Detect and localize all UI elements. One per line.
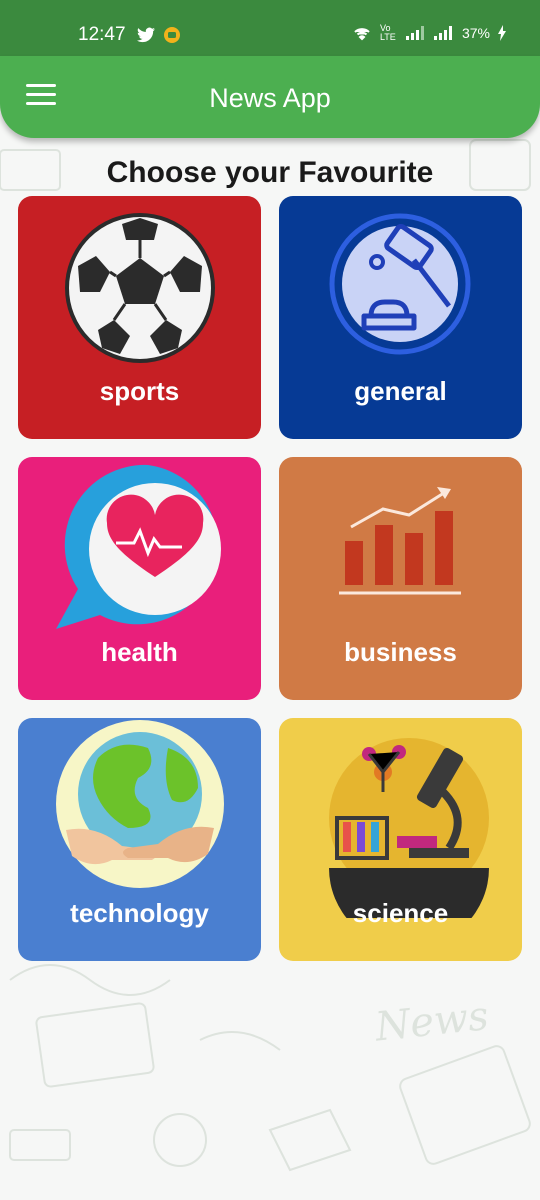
app-title: News App bbox=[209, 83, 331, 113]
gavel-icon bbox=[329, 213, 471, 355]
category-card-technology[interactable]: technology bbox=[18, 718, 261, 961]
battery-percentage: 37% bbox=[461, 25, 490, 41]
category-label-science: science bbox=[352, 898, 449, 928]
twitter-icon bbox=[137, 27, 155, 43]
page-heading: Choose your Favourite bbox=[106, 156, 434, 189]
microscope-lab-icon bbox=[329, 738, 489, 918]
category-label-business: business bbox=[344, 637, 457, 667]
soccer-ball-icon bbox=[65, 213, 215, 363]
notification-app-icon bbox=[164, 27, 180, 43]
category-label-sports: sports bbox=[99, 376, 180, 406]
wifi-icon bbox=[354, 28, 370, 41]
category-label-technology: technology bbox=[70, 898, 209, 928]
signal-icon-2 bbox=[433, 26, 452, 40]
svg-text:News: News bbox=[372, 993, 491, 1051]
category-label-health: health bbox=[101, 637, 178, 667]
status-time: 12:47 bbox=[78, 24, 126, 45]
category-card-sports[interactable]: sports bbox=[18, 196, 261, 439]
category-label-general: general bbox=[354, 376, 447, 406]
status-bar: 12:47 Vo LTE 37% bbox=[0, 0, 540, 56]
heart-chat-icon bbox=[56, 464, 221, 629]
charging-icon bbox=[498, 25, 506, 41]
bar-chart-icon bbox=[339, 487, 461, 595]
volte-label: Vo LTE bbox=[379, 23, 396, 42]
signal-icon bbox=[405, 26, 424, 40]
globe-hands-icon bbox=[56, 720, 224, 888]
app-bar: News App bbox=[0, 56, 540, 138]
category-card-health[interactable]: health bbox=[18, 457, 261, 700]
category-card-general[interactable]: general bbox=[279, 196, 522, 439]
category-card-business[interactable]: business bbox=[279, 457, 522, 700]
category-card-science[interactable]: science bbox=[279, 718, 522, 961]
